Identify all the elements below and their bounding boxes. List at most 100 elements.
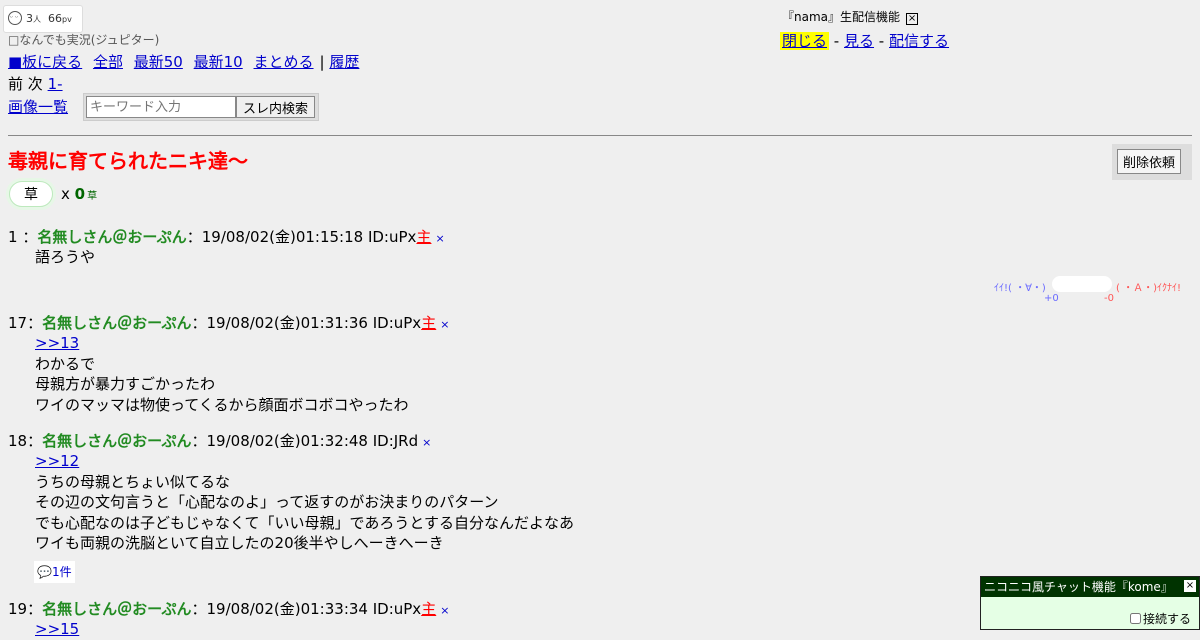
kome-chat-panel: ニコニコ風チャット機能『kome』 × 接続する xyxy=(980,576,1200,630)
kusa-count: x 0草 xyxy=(61,185,98,203)
chat-title: ニコニコ風チャット機能『kome』 xyxy=(984,580,1173,594)
range-link[interactable]: 1- xyxy=(48,75,63,93)
post-line: でも心配なのは子どもじゃなくて「いい母親」であろうとする自分なんだよなあ xyxy=(35,513,574,532)
smile-icon xyxy=(8,5,22,31)
keyword-input[interactable] xyxy=(86,96,236,118)
anchor-link[interactable]: >>13 xyxy=(35,333,449,354)
post: 1 ：名無しさん＠おーぷん：19/08/02(金)01:15:18 ID:uPx… xyxy=(8,226,445,268)
pager: 前 次 1- xyxy=(8,73,63,94)
post-number: 17 xyxy=(8,314,28,332)
nama-title: 『nama』生配信機能 × xyxy=(782,10,919,25)
post-header: 19：名無しさん＠おーぷん：19/08/02(金)01:33:34 ID:uPx… xyxy=(8,598,449,619)
kusa-reaction: 草 x 0草 xyxy=(9,180,97,208)
nama-close-link[interactable]: 閉じる xyxy=(780,32,830,50)
anchor-link[interactable]: >>12 xyxy=(35,451,574,472)
latest50-link[interactable]: 最新50 xyxy=(134,53,183,71)
close-icon[interactable]: × xyxy=(1184,580,1196,592)
dash: - xyxy=(833,32,840,50)
reply-count[interactable]: 💬1件 xyxy=(34,561,75,583)
poster-name: 名無しさん＠おーぷん xyxy=(42,314,192,332)
post-meta: ：19/08/02(金)01:32:48 ID:JRd xyxy=(191,432,419,450)
connect-label: 接続する xyxy=(1142,612,1191,626)
summarize-link[interactable]: まとめる xyxy=(254,53,314,71)
prev-label: 前 xyxy=(8,75,24,93)
latest10-link[interactable]: 最新10 xyxy=(194,53,243,71)
nama-watch-link[interactable]: 見る xyxy=(844,32,874,50)
post-sep: ： xyxy=(27,600,43,618)
post-line: ワイのマッマは物使ってくるから顔面ボコボコやったわ xyxy=(35,395,409,414)
owner-mark[interactable]: 主 xyxy=(421,314,436,332)
post-number: 1 xyxy=(8,228,18,246)
post-meta: ：19/08/02(金)01:33:34 ID:uPx xyxy=(191,600,422,618)
poster-name: 名無しさん＠おーぷん xyxy=(42,432,192,450)
pv-unit: pv xyxy=(62,15,72,24)
post-body: >>15 xyxy=(35,619,449,640)
reply-count-link[interactable]: 1件 xyxy=(52,565,72,579)
history-link[interactable]: 履歴 xyxy=(329,53,359,71)
post-meta: ：19/08/02(金)01:31:36 ID:uPx xyxy=(191,314,422,332)
post-line: 母親方が暴力すごかったわ xyxy=(35,375,216,393)
post: 19：名無しさん＠おーぷん：19/08/02(金)01:33:34 ID:uPx… xyxy=(8,598,449,640)
post-sep: ： xyxy=(27,432,43,450)
post: 18：名無しさん＠おーぷん：19/08/02(金)01:32:48 ID:JRd… xyxy=(8,430,574,554)
board-name: □なんでも実況(ジュピター) xyxy=(8,33,160,47)
post-sep: ： xyxy=(22,228,38,246)
post-line: その辺の文句言うと「心配なのよ」って返すのがお決まりのパターン xyxy=(35,493,499,511)
poster-name: 名無しさん＠おーぷん xyxy=(37,228,187,246)
post-body: >>13 わかるで 母親方が暴力すごかったわ ワイのマッマは物使ってくるから顔面… xyxy=(35,333,449,415)
delete-request-button[interactable]: 削除依頼 xyxy=(1117,149,1182,174)
connect-toggle[interactable]: 接続する xyxy=(1129,610,1191,627)
post-number: 19 xyxy=(8,600,28,618)
nama-close-icon[interactable]: × xyxy=(906,13,919,25)
hide-post-icon[interactable]: × xyxy=(440,604,449,617)
dash: - xyxy=(878,32,885,50)
connect-checkbox[interactable] xyxy=(1129,613,1141,624)
thread-search-button[interactable]: スレ内検索 xyxy=(236,96,316,118)
thread-search: スレ内検索 xyxy=(83,93,319,121)
owner-mark[interactable]: 主 xyxy=(416,228,431,246)
speech-bubble-icon: 💬 xyxy=(37,565,52,579)
post: 17：名無しさん＠おーぷん：19/08/02(金)01:31:36 ID:uPx… xyxy=(8,312,449,415)
post-line: 語ろうや xyxy=(35,248,96,266)
post-header: 17：名無しさん＠おーぷん：19/08/02(金)01:31:36 ID:uPx… xyxy=(8,312,449,333)
vote-widget: ｲｲ!( ・∀・) ( ・Ａ・)ｲｸﾅｲ! +0 -0 xyxy=(994,276,1194,306)
hide-post-icon[interactable]: × xyxy=(435,232,444,245)
nama-broadcast-link[interactable]: 配信する xyxy=(889,32,949,50)
back-to-board-link[interactable]: ■板に戻る xyxy=(8,53,82,71)
thread-title: 毒親に育てられたニキ達〜 xyxy=(8,149,248,173)
image-list-link[interactable]: 画像一覧 xyxy=(8,98,68,116)
viewer-count: 3 xyxy=(26,12,33,25)
pv-count: 66 xyxy=(48,12,62,25)
post-header: 18：名無しさん＠おーぷん：19/08/02(金)01:32:48 ID:JRd… xyxy=(8,430,574,451)
post-meta: ：19/08/02(金)01:15:18 ID:uPx xyxy=(186,228,417,246)
post-line: ワイも両親の洗脳といて自立したの20後半やしへーきへーき xyxy=(35,534,444,552)
delete-area: 削除依頼 xyxy=(1112,144,1192,180)
post-body: 語ろうや xyxy=(35,247,445,268)
post-number: 18 xyxy=(8,432,28,450)
bad-count: -0 xyxy=(1104,293,1114,304)
post-header: 1 ：名無しさん＠おーぷん：19/08/02(金)01:15:18 ID:uPx… xyxy=(8,226,445,247)
post-body: >>12 うちの母親とちょい似てるな その辺の文句言うと「心配なのよ」って返すの… xyxy=(35,451,574,554)
post-line: うちの母親とちょい似てるな xyxy=(35,472,231,491)
post-sep: ： xyxy=(27,314,43,332)
viewer-counter: 3人 66pv xyxy=(3,5,83,33)
poster-name: 名無しさん＠おーぷん xyxy=(42,600,192,618)
bad-vote-button[interactable]: ( ・Ａ・)ｲｸﾅｲ! xyxy=(1116,279,1181,294)
thread-nav: ■板に戻る 全部 最新50 最新10 まとめる | 履歴 xyxy=(8,51,365,72)
divider xyxy=(8,135,1192,136)
vote-bar xyxy=(1052,276,1112,292)
anchor-link[interactable]: >>15 xyxy=(35,619,449,640)
viewer-unit: 人 xyxy=(33,15,41,24)
hide-post-icon[interactable]: × xyxy=(422,436,431,449)
chat-titlebar: ニコニコ風チャット機能『kome』 × xyxy=(981,577,1199,597)
post-line: わかるで xyxy=(35,354,96,373)
hide-post-icon[interactable]: × xyxy=(440,318,449,331)
next-label: 次 xyxy=(27,75,43,93)
owner-mark[interactable]: 主 xyxy=(421,600,436,618)
nama-controls: 閉じる - 見る - 配信する xyxy=(780,30,949,51)
all-link[interactable]: 全部 xyxy=(93,53,123,71)
kusa-button[interactable]: 草 xyxy=(9,181,53,207)
nav-separator: | xyxy=(319,53,325,71)
good-vote-button[interactable]: ｲｲ!( ・∀・) xyxy=(994,279,1046,294)
good-count: +0 xyxy=(1044,293,1059,304)
